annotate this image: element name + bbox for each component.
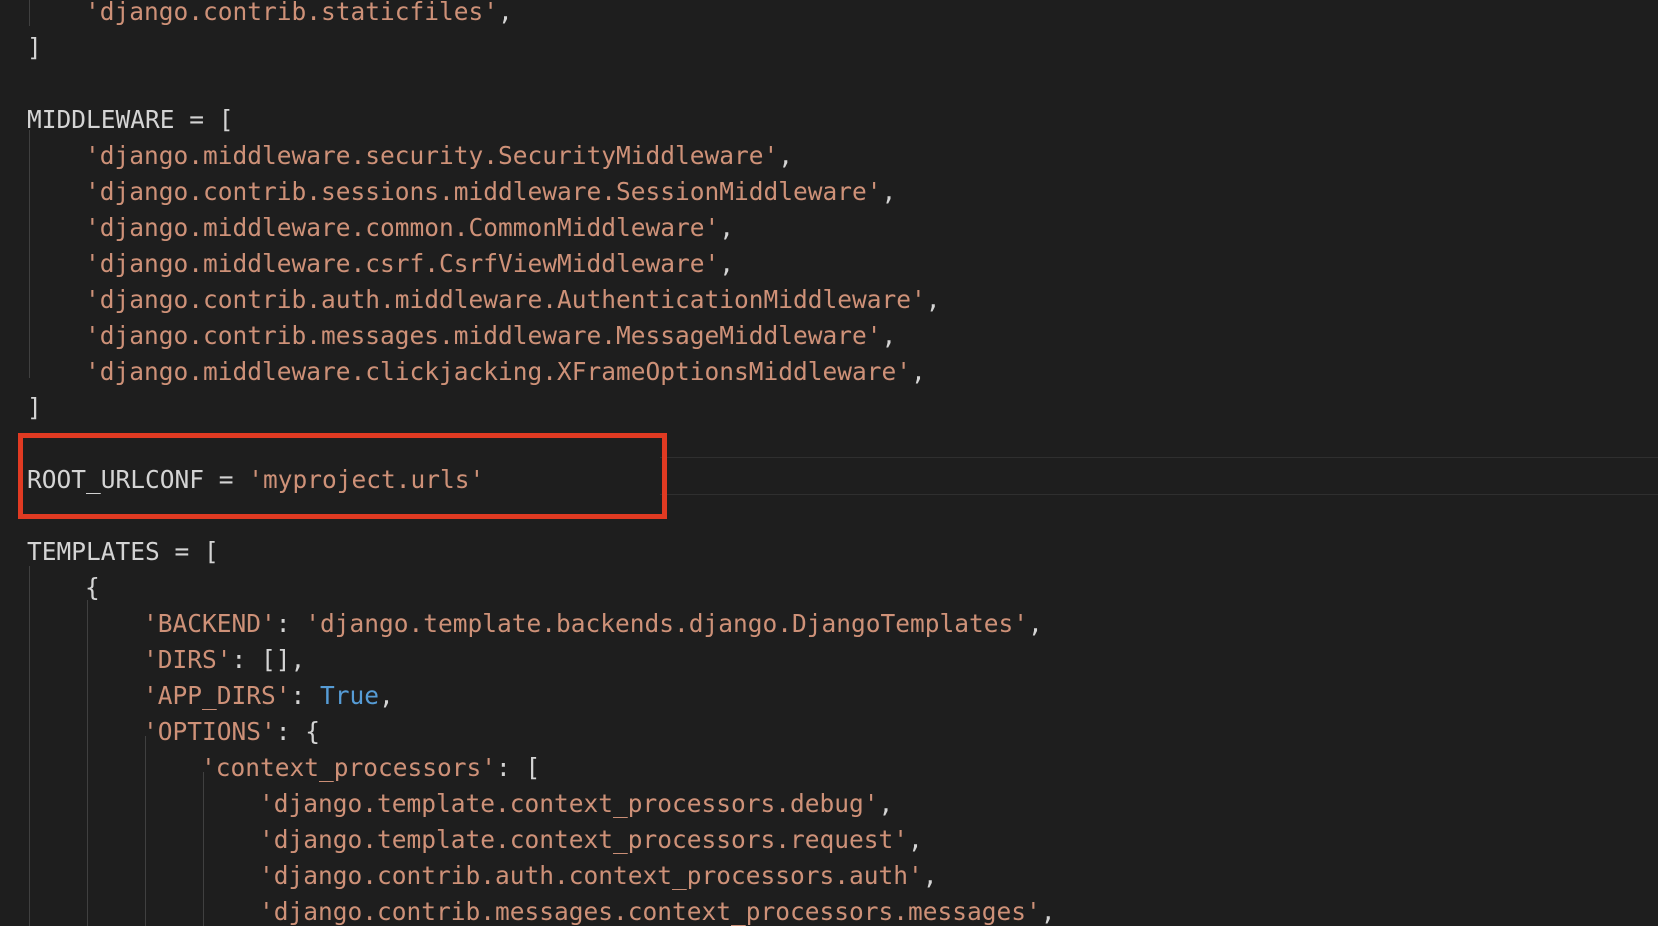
code-line[interactable]: 'django.template.context_processors.requ…	[259, 822, 923, 858]
string-token: 'APP_DIRS'	[143, 681, 291, 710]
code-line[interactable]: 'OPTIONS': {	[143, 714, 320, 750]
code-line[interactable]: 'django.template.context_processors.debu…	[259, 786, 893, 822]
code-token: ,	[908, 825, 923, 854]
code-line[interactable]: ]	[27, 30, 42, 66]
code-token: ,	[1040, 897, 1056, 926]
code-token: :	[275, 609, 306, 638]
string-token: 'django.contrib.staticfiles'	[85, 0, 499, 26]
string-token: 'OPTIONS'	[143, 717, 276, 746]
code-token: ,	[881, 177, 897, 206]
code-token: ,	[778, 141, 794, 170]
indent-guide	[29, 0, 30, 26]
code-line[interactable]: ]	[27, 390, 42, 426]
code-line[interactable]: 'APP_DIRS': True,	[143, 678, 394, 714]
code-line[interactable]: 'django.contrib.messages.middleware.Mess…	[85, 318, 896, 354]
code-editor[interactable]: 'django.contrib.staticfiles',] MIDDLEWARE…	[0, 0, 1658, 926]
string-token: 'django.middleware.csrf.CsrfViewMiddlewa…	[85, 249, 720, 278]
string-token: 'django.template.context_processors.requ…	[259, 825, 909, 854]
code-token: ,	[719, 213, 735, 242]
code-token: ,	[498, 0, 513, 26]
code-line[interactable]: TEMPLATES = [	[27, 534, 219, 570]
string-token: 'django.middleware.clickjacking.XFrameOp…	[85, 357, 912, 386]
string-token: 'django.middleware.security.SecurityMidd…	[85, 141, 779, 170]
code-line[interactable]: 'django.middleware.security.SecurityMidd…	[85, 138, 793, 174]
code-line[interactable]: 'django.middleware.csrf.CsrfViewMiddlewa…	[85, 246, 734, 282]
string-token: 'django.template.context_processors.debu…	[259, 789, 879, 818]
indent-guide	[29, 130, 30, 378]
code-line[interactable]: 'context_processors': [	[201, 750, 540, 786]
string-token: 'django.contrib.messages.context_process…	[259, 897, 1041, 926]
code-line[interactable]: 'django.contrib.staticfiles',	[85, 0, 513, 30]
code-line[interactable]: 'django.contrib.auth.middleware.Authenti…	[85, 282, 941, 318]
code-token: ,	[1028, 609, 1043, 638]
code-token: ,	[379, 681, 394, 710]
code-line[interactable]: MIDDLEWARE = [	[27, 102, 234, 138]
code-token: ,	[922, 861, 938, 890]
string-token: 'django.middleware.common.CommonMiddlewa…	[85, 213, 720, 242]
code-line[interactable]: 'django.contrib.messages.context_process…	[259, 894, 1056, 926]
code-line[interactable]: 'DIRS': [],	[143, 642, 305, 678]
indent-guide	[145, 736, 146, 926]
code-token: : [],	[231, 645, 306, 674]
code-line[interactable]: 'django.middleware.clickjacking.XFrameOp…	[85, 354, 926, 390]
indent-guide	[87, 600, 88, 926]
code-line[interactable]: 'django.contrib.auth.context_processors.…	[259, 858, 938, 894]
code-token: ,	[878, 789, 894, 818]
indent-guide	[29, 566, 30, 926]
code-token: ,	[911, 357, 926, 386]
current-line-indicator	[660, 457, 1658, 495]
code-token: ]	[27, 33, 42, 62]
string-token: 'DIRS'	[143, 645, 232, 674]
string-token: 'django.contrib.messages.middleware.Mess…	[85, 321, 882, 350]
code-token: TEMPLATES = [	[27, 537, 219, 566]
code-token: ROOT_URLCONF =	[27, 465, 249, 494]
string-token: 'myproject.urls'	[248, 465, 485, 494]
code-token: ]	[27, 393, 42, 422]
code-line[interactable]: 'django.contrib.sessions.middleware.Sess…	[85, 174, 896, 210]
code-token: {	[85, 573, 100, 602]
code-line[interactable]: 'django.middleware.common.CommonMiddlewa…	[85, 210, 734, 246]
string-token: 'BACKEND'	[143, 609, 276, 638]
string-token: 'context_processors'	[201, 753, 497, 782]
code-token: ,	[881, 321, 897, 350]
keyword-token: True	[320, 681, 380, 710]
code-line[interactable]: ROOT_URLCONF = 'myproject.urls'	[27, 462, 484, 498]
code-token: :	[290, 681, 321, 710]
string-token: 'django.template.backends.django.DjangoT…	[305, 609, 1029, 638]
string-token: 'django.contrib.auth.context_processors.…	[259, 861, 923, 890]
code-token: MIDDLEWARE = [	[27, 105, 234, 134]
code-token: ,	[925, 285, 941, 314]
indent-guide	[203, 772, 204, 926]
code-token: : {	[275, 717, 321, 746]
code-token: : [	[496, 753, 541, 782]
code-token: ,	[719, 249, 735, 278]
string-token: 'django.contrib.sessions.middleware.Sess…	[85, 177, 882, 206]
code-line[interactable]: 'BACKEND': 'django.template.backends.dja…	[143, 606, 1043, 642]
string-token: 'django.contrib.auth.middleware.Authenti…	[85, 285, 926, 314]
